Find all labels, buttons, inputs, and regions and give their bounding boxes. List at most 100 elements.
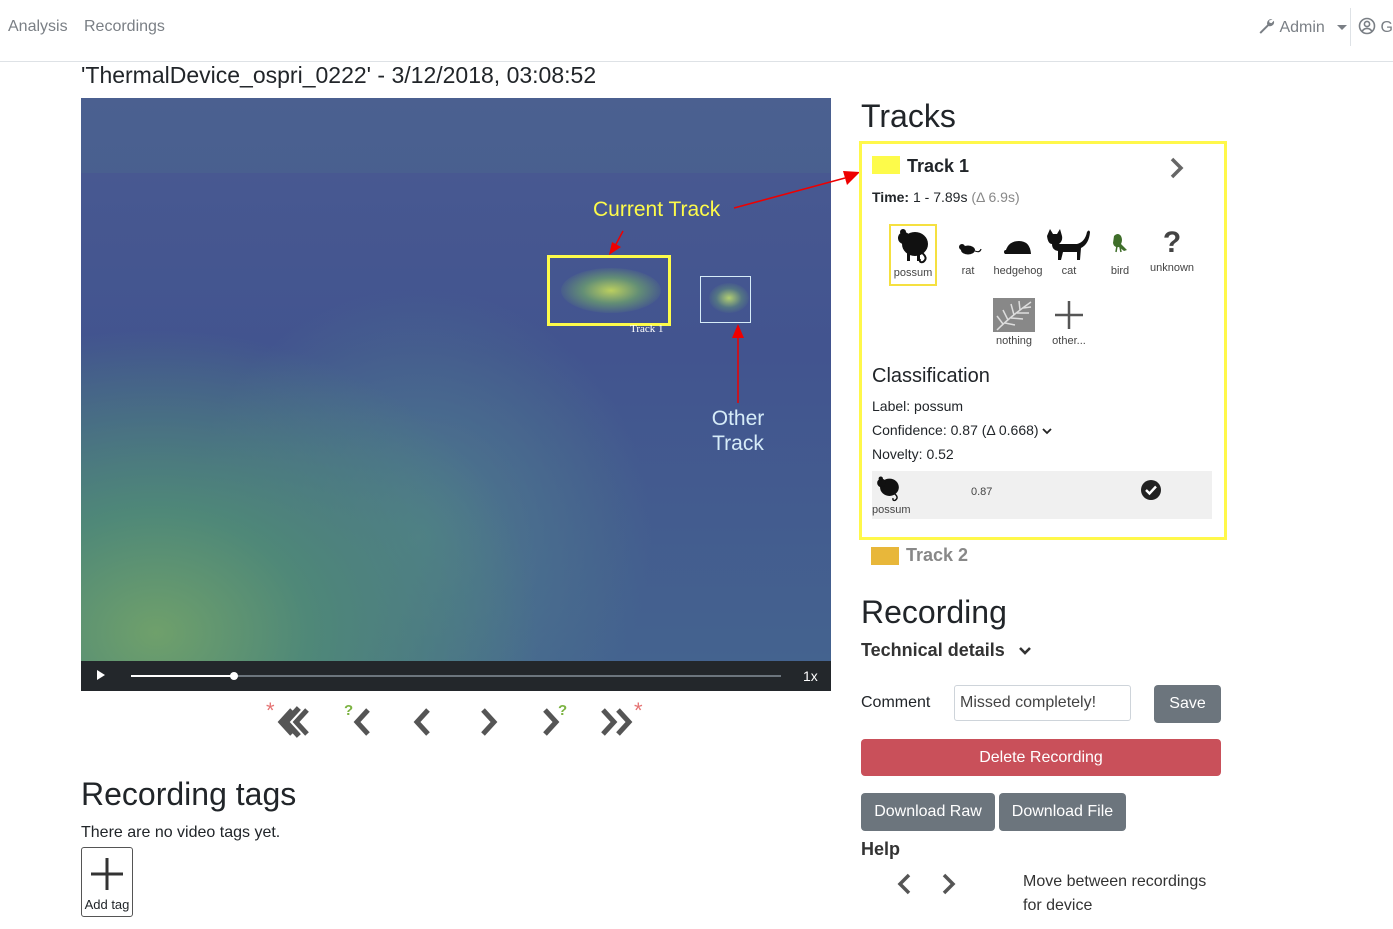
download-raw-button[interactable]: Download Raw [861,793,995,831]
prev-untagged-track-button[interactable]: ? [342,700,378,744]
tag-possum-button[interactable]: possum [889,224,937,286]
technical-details-toggle[interactable]: Technical details [861,640,1032,661]
user-menu[interactable]: G [1358,17,1393,37]
tag-other-button[interactable]: other... [1046,298,1092,350]
time-value: 1 - 7.89s [912,189,968,205]
classification-confidence[interactable]: Confidence: 0.87 (Δ 0.668) [872,422,1053,438]
classification-row: possum 0.87 [872,471,1212,519]
nav-divider [1350,8,1351,46]
time-delta: (Δ 6.9s) [971,189,1020,205]
last-tagged-track-button[interactable]: * [596,698,652,744]
chevron-right-icon [942,873,956,895]
help-heading: Help [861,839,901,859]
play-icon[interactable] [97,670,105,680]
fern-icon [993,298,1035,332]
delete-recording-button[interactable]: Delete Recording [861,739,1221,776]
recording-heading: Recording [861,594,1007,630]
admin-menu[interactable]: Admin [1257,17,1348,37]
top-navbar: Analysis Recordings Admin G [0,0,1393,62]
classification-novelty: Novelty: 0.52 [872,446,954,462]
technical-details-label: Technical details [861,640,1005,660]
download-file-button[interactable]: Download File [999,793,1126,831]
next-untagged-track-button[interactable]: ? [536,700,572,744]
hedgehog-label: hedgehog [993,265,1043,277]
thermal-video[interactable]: Track 1 Current Track Other Track [81,98,831,661]
tag-rat-button[interactable]: rat [949,224,987,286]
track-nav-buttons: * ? ? * [262,698,652,744]
question-icon: ? [1162,226,1182,259]
rat-label: rat [961,265,975,277]
tag-bird-button[interactable]: bird [1100,224,1140,286]
confidence-text: Confidence: 0.87 (Δ 0.668) [872,422,1039,438]
add-tag-label: Add tag [84,897,130,912]
double-chevron-left-icon [277,708,309,736]
track-card-arrow [733,171,860,209]
no-tags-message: There are no video tags yet. [81,824,281,841]
recording-tags-heading: Recording tags [81,776,297,812]
bird-icon [1113,234,1127,253]
track2-name[interactable]: Track 2 [906,545,968,566]
nav-recordings-link[interactable]: Recordings [84,18,165,36]
track2-color-swatch [871,547,899,565]
chevron-left-icon [353,708,370,736]
help-arrows [897,873,956,895]
save-button[interactable]: Save [1154,685,1221,723]
check-circle-icon[interactable] [1140,479,1162,501]
other-label: other... [1052,335,1086,347]
question-marker: ? [558,702,568,719]
admin-label: Admin [1279,19,1325,36]
cat-icon [1047,229,1090,260]
plus-icon [91,858,123,890]
possum-label: possum [893,267,933,279]
track1-name[interactable]: Track 1 [907,156,969,177]
chevron-down-icon [1337,25,1348,31]
tag-hedgehog-button[interactable]: hedgehog [990,224,1046,286]
star-marker: * [634,698,643,723]
recording-title: 'ThermalDevice_ospri_0222' - 3/12/2018, … [81,62,597,88]
chevron-left-icon [897,873,911,895]
chevron-down-icon [1042,428,1053,435]
nav-analysis-link[interactable]: Analysis [8,18,68,36]
classification-row-value: 0.87 [971,486,993,498]
annotation-arrows [609,230,744,403]
track1-color-swatch [872,156,900,174]
classification-heading: Classification [872,365,990,387]
chevron-right-icon[interactable] [1168,156,1186,180]
comment-input[interactable]: Missed completely! [954,685,1131,721]
video-controls: 1x [81,661,831,691]
add-tag-button[interactable]: Add tag [81,847,133,917]
track1-card: Track 1 Time: 1 - 7.89s (Δ 6.9s) possum … [859,141,1227,540]
help-text: Move between recordings for device [1023,870,1206,918]
seek-handle[interactable] [230,672,238,680]
first-tagged-track-button[interactable]: * [266,698,318,744]
prev-track-button[interactable] [408,700,438,744]
chevron-down-icon [1018,647,1031,655]
cat-label: cat [1061,265,1077,277]
track1-time: Time: 1 - 7.89s (Δ 6.9s) [872,189,1020,205]
rat-icon [959,244,982,255]
chevron-left-icon [413,708,430,736]
comment-label: Comment [861,694,931,711]
tag-cat-button[interactable]: cat [1044,224,1094,286]
possum-icon [898,229,928,264]
user-initial: G [1380,19,1393,36]
user-circle-icon [1358,17,1376,35]
classification-row-animal: possum [872,504,911,516]
playback-speed[interactable]: 1x [803,668,818,684]
unknown-label: unknown [1149,262,1195,274]
tracks-heading: Tracks [861,98,956,134]
bird-label: bird [1110,265,1130,277]
wrench-icon [1259,19,1275,34]
chevron-right-icon [481,708,498,736]
possum-icon [877,476,899,502]
seek-bar-progress [131,675,234,677]
tag-unknown-button[interactable]: ? unknown [1147,224,1197,286]
plus-icon [1055,301,1083,329]
time-label: Time: [872,189,910,205]
hedgehog-icon [1004,241,1031,254]
help-text-line1: Move between recordings [1023,873,1207,890]
classification-label: Label: possum [872,398,964,414]
tag-nothing-button[interactable]: nothing [989,298,1039,350]
next-track-button[interactable] [474,700,504,744]
nothing-label: nothing [995,335,1033,347]
